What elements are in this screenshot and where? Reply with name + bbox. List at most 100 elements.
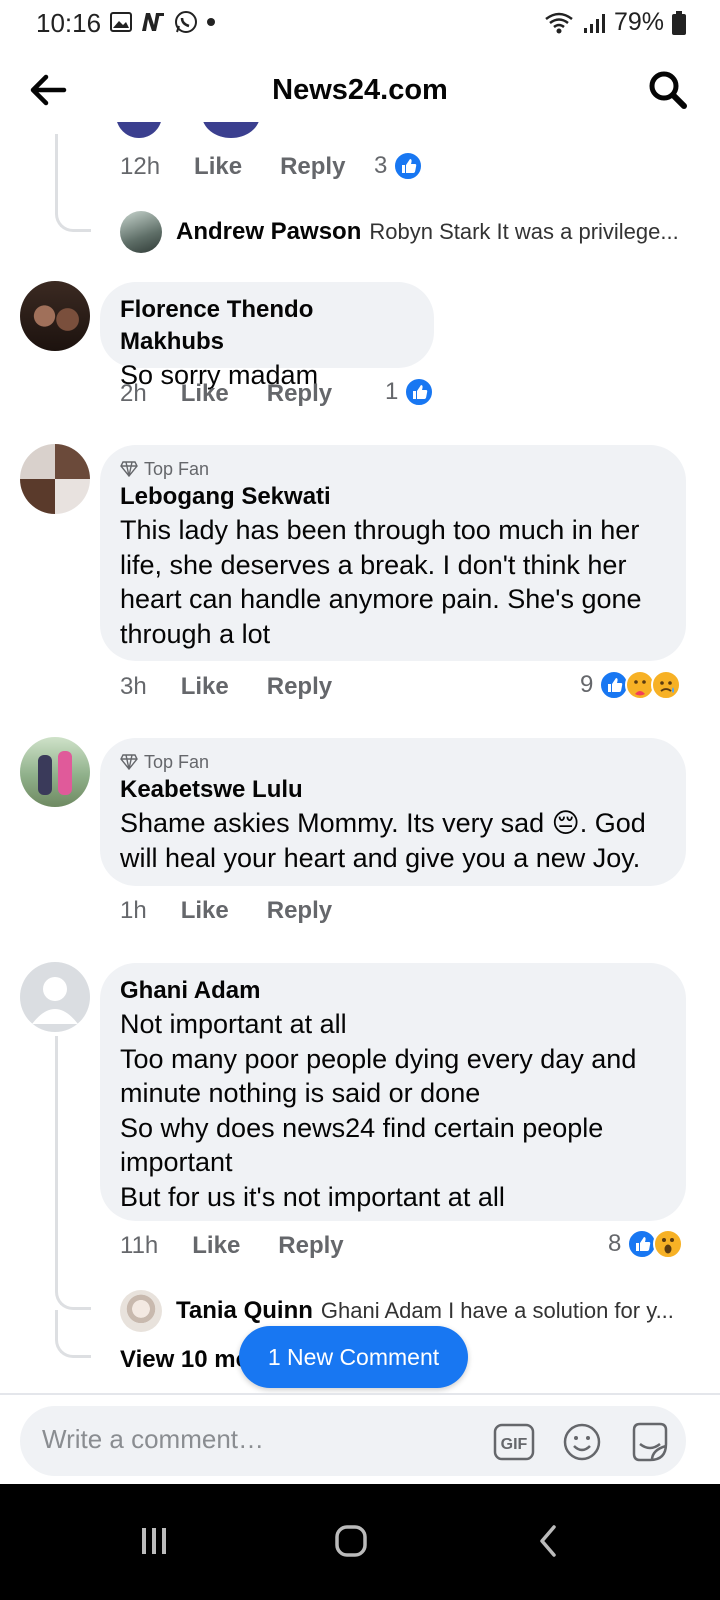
top-fan-badge: Top Fan	[120, 457, 666, 481]
reaction-summary[interactable]: 1	[385, 377, 435, 407]
status-bar: 10:16 79%	[0, 0, 720, 46]
reply-button[interactable]: Reply	[267, 897, 332, 925]
comment-bubble: Ghani Adam Not important at all Too many…	[100, 963, 686, 1221]
reply-preview[interactable]: Tania Quinn Ghani Adam I have a solution…	[176, 1297, 686, 1325]
battery-percent: 79%	[613, 8, 664, 36]
divider	[0, 1393, 720, 1395]
system-nav-bar	[0, 1484, 720, 1600]
reply-button[interactable]: Reply	[278, 1232, 343, 1260]
comment-author[interactable]: Florence Thendo Makhubs	[120, 294, 414, 358]
comment-time: 11h	[120, 1232, 159, 1259]
reply-button[interactable]: Reply	[267, 380, 332, 408]
comment-author[interactable]: Lebogang Sekwati	[120, 481, 666, 513]
reaction-count: 3	[374, 152, 388, 179]
like-button[interactable]: Like	[181, 897, 229, 925]
sticker-button[interactable]	[628, 1420, 672, 1464]
search-icon	[649, 71, 687, 109]
avatar[interactable]	[20, 281, 90, 351]
comment-actions: 1h Like Reply	[120, 897, 370, 925]
top-fan-badge: Top Fan	[120, 750, 666, 774]
comment-line: Shame askies Mommy. Its very sad 😔. God	[120, 808, 646, 838]
comment-line: So why does news24 find certain people	[120, 1112, 604, 1143]
avatar[interactable]	[120, 1290, 162, 1332]
reply-preview[interactable]: Andrew Pawson Robyn Stark It was a privi…	[176, 218, 686, 246]
like-button[interactable]: Like	[181, 673, 229, 701]
avatar[interactable]	[120, 211, 162, 253]
comment-input[interactable]	[42, 1424, 462, 1455]
gif-button[interactable]: GIF	[492, 1420, 536, 1464]
top-fan-label: Top Fan	[144, 459, 210, 479]
system-icons: 79%	[544, 8, 686, 37]
comment-line: through a lot	[120, 618, 271, 649]
comment-line: But for us it's not important at all	[120, 1181, 505, 1212]
new-comment-button[interactable]: 1 New Comment	[239, 1326, 468, 1388]
comment-author[interactable]: Ghani Adam	[120, 975, 666, 1007]
comment-line: life, she deserves a break. I don't thin…	[120, 549, 627, 580]
reply-button[interactable]: Reply	[267, 673, 332, 701]
avatar[interactable]	[20, 444, 90, 514]
comment-actions: 11h Like Reply	[120, 1232, 382, 1260]
comment-line: Not important at all	[120, 1009, 347, 1039]
whatsapp-icon	[175, 11, 197, 33]
comment-time: 3h	[120, 673, 147, 700]
recents-button[interactable]	[118, 1506, 188, 1576]
comment-actions: 12h Like Reply	[120, 153, 383, 181]
like-button[interactable]: Like	[192, 1232, 240, 1260]
comment-actions: 2h Like Reply	[120, 380, 370, 408]
svg-text:GIF: GIF	[501, 1436, 528, 1453]
reaction-summary[interactable]: 3	[374, 151, 424, 181]
gif-icon: GIF	[493, 1423, 535, 1461]
dot-icon	[207, 18, 215, 26]
default-avatar-icon	[32, 977, 78, 1024]
partial-avatars	[110, 122, 270, 140]
smiley-icon	[563, 1423, 601, 1461]
like-button[interactable]: Like	[194, 153, 242, 181]
sticker-icon	[632, 1422, 668, 1462]
avatar[interactable]	[20, 962, 90, 1032]
reply-author: Tania Quinn	[176, 1297, 313, 1324]
comment-line: heart can handle anymore pain. She's gon…	[120, 584, 642, 614]
like-reaction-icon	[393, 151, 424, 181]
comment-time: 2h	[120, 380, 147, 407]
back-nav-button[interactable]	[514, 1506, 584, 1576]
comment-text: This lady has been through too much in h…	[120, 513, 666, 651]
reply-author: Andrew Pawson	[176, 218, 362, 245]
comment-text: Shame askies Mommy. Its very sad 😔. God …	[120, 806, 666, 875]
notification-icons	[110, 10, 216, 34]
avatar[interactable]	[20, 737, 90, 807]
reaction-summary[interactable]: 9	[580, 670, 682, 700]
comment-line: will heal your heart and give you a new …	[120, 842, 641, 873]
diamond-icon	[120, 754, 138, 770]
like-button[interactable]: Like	[181, 380, 229, 408]
reply-button[interactable]: Reply	[280, 153, 345, 181]
signal-icon	[583, 13, 605, 33]
battery-icon	[672, 10, 686, 35]
comment-bubble: Top Fan Lebogang Sekwati This lady has b…	[100, 445, 686, 661]
comment-bubble: Top Fan Keabetswe Lulu Shame askies Momm…	[100, 738, 686, 886]
reaction-count: 8	[608, 1230, 622, 1257]
home-icon	[335, 1525, 367, 1557]
search-button[interactable]	[646, 68, 690, 112]
comment-text: Not important at all Too many poor peopl…	[120, 1007, 666, 1214]
comment-line: This lady has been through too much in h…	[120, 515, 640, 545]
diamond-icon	[120, 461, 138, 477]
comment-bubble: Florence Thendo Makhubs So sorry madam	[100, 282, 434, 390]
thread-line-extension	[55, 1310, 91, 1358]
wow-reaction-icon	[653, 1229, 684, 1259]
comment-time: 1h	[120, 897, 147, 924]
status-time: 10:16	[36, 8, 102, 38]
comment-composer: GIF	[20, 1406, 686, 1476]
page-title: News24.com	[272, 74, 448, 106]
view-more-replies[interactable]: View 10 more	[120, 1346, 244, 1374]
comment-author[interactable]: Keabetswe Lulu	[120, 774, 666, 806]
reaction-summary[interactable]: 8	[608, 1229, 684, 1259]
news-app-icon	[142, 13, 164, 31]
comment-actions: 3h Like Reply	[120, 673, 370, 701]
home-button[interactable]	[316, 1506, 386, 1576]
thread-line	[55, 134, 91, 232]
top-fan-label: Top Fan	[144, 752, 210, 772]
comment-line: minute nothing is said or done	[120, 1078, 481, 1108]
emoji-button[interactable]	[560, 1420, 604, 1464]
reply-snippet: Ghani Adam I have a solution for y...	[320, 1298, 674, 1323]
reaction-count: 1	[385, 378, 399, 405]
